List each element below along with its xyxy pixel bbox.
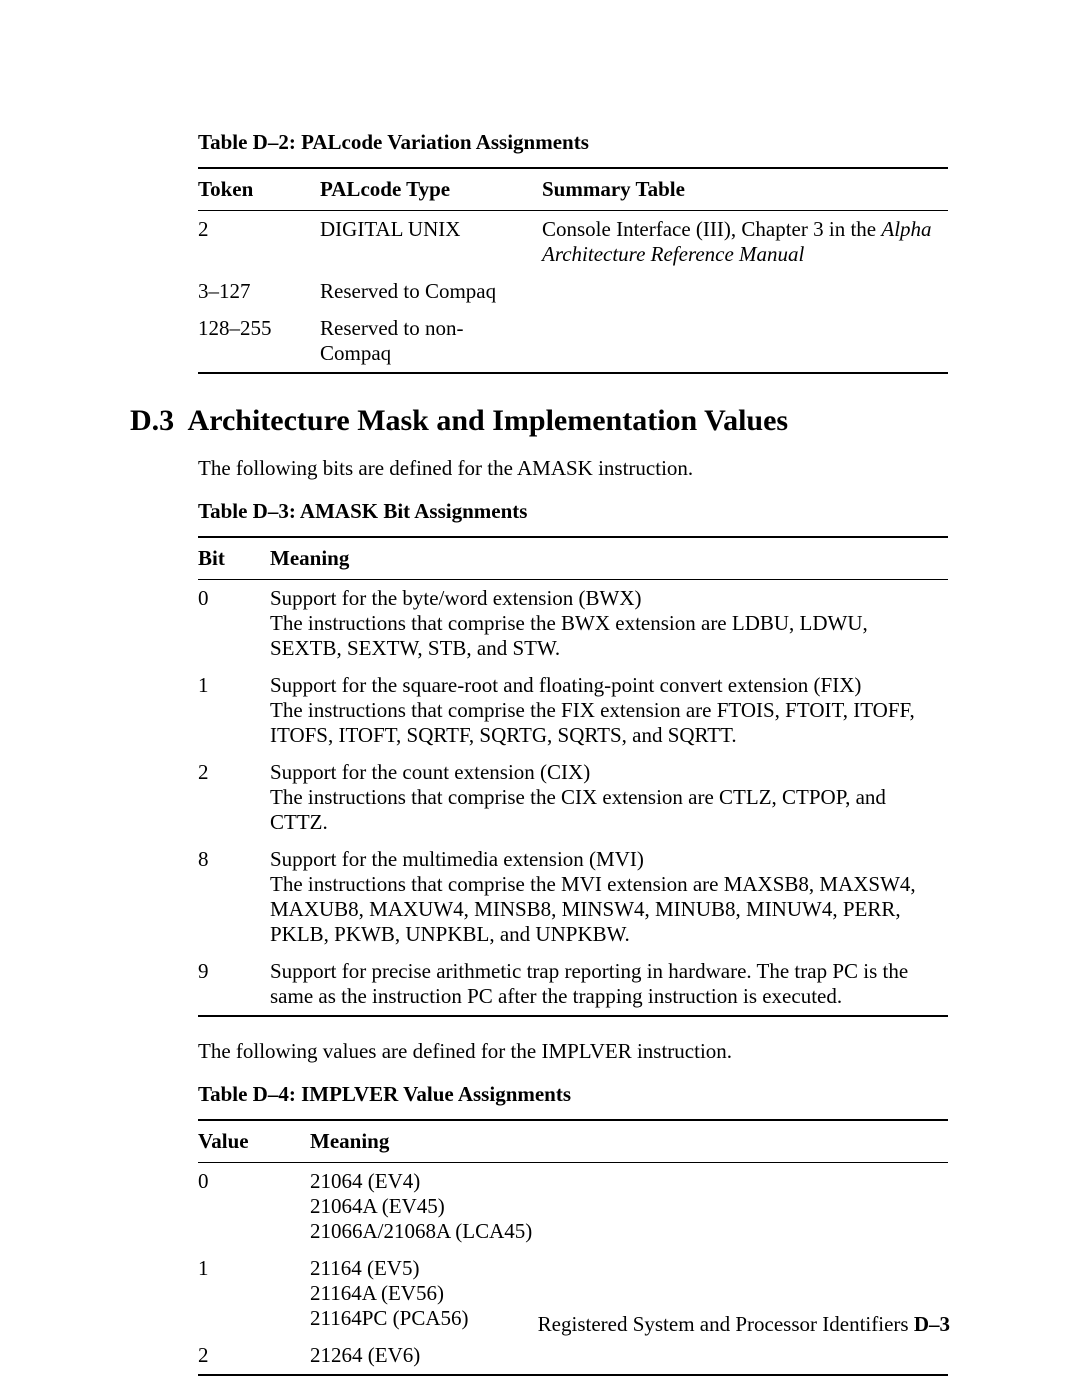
cell-bit: 9	[198, 953, 270, 1016]
meaning-line2: The instructions that comprise the FIX e…	[270, 698, 915, 747]
table-row: 0 21064 (EV4) 21064A (EV45) 21066A/21068…	[198, 1163, 948, 1251]
cell-summary	[542, 273, 948, 310]
cell-summary: Console Interface (III), Chapter 3 in th…	[542, 211, 948, 274]
table-row: 9 Support for precise arithmetic trap re…	[198, 953, 948, 1016]
cell-meaning: Support for precise arithmetic trap repo…	[270, 953, 948, 1016]
table-row: 2 21264 (EV6)	[198, 1337, 948, 1375]
th-palcode-type: PALcode Type	[320, 168, 542, 211]
table-d3: Bit Meaning 0 Support for the byte/word …	[198, 536, 948, 1017]
table-d3-caption: Table D–3: AMASK Bit Assignments	[198, 499, 950, 524]
cell-bit: 2	[198, 754, 270, 841]
table-d2: Token PALcode Type Summary Table 2 DIGIT…	[198, 167, 948, 374]
cell-summary	[542, 310, 948, 373]
meaning-line1: Support for the byte/word extension (BWX…	[270, 586, 642, 610]
cell-token: 128–255	[198, 310, 320, 373]
table-row: 0 Support for the byte/word extension (B…	[198, 580, 948, 668]
cell-meaning: 21064 (EV4) 21064A (EV45) 21066A/21068A …	[310, 1163, 948, 1251]
section-title: Architecture Mask and Implementation Val…	[188, 404, 789, 437]
cell-value: 2	[198, 1337, 310, 1375]
cell-meaning: Support for the count extension (CIX) Th…	[270, 754, 948, 841]
meaning-line3: 21164PC (PCA56)	[310, 1306, 469, 1330]
meaning-line2: The instructions that comprise the BWX e…	[270, 611, 868, 660]
section-heading: D.3 Architecture Mask and Implementation…	[130, 404, 950, 438]
page: Table D–2: PALcode Variation Assignments…	[0, 0, 1080, 1397]
meaning-line1: Support for the multimedia extension (MV…	[270, 847, 644, 871]
cell-meaning: 21264 (EV6)	[310, 1337, 948, 1375]
section-number: D.3	[130, 404, 174, 437]
meaning-line1: 21064 (EV4)	[310, 1169, 420, 1193]
cell-meaning: Support for the square-root and floating…	[270, 667, 948, 754]
table-row: 128–255 Reserved to non-Compaq	[198, 310, 948, 373]
meaning-line1: Support for the count extension (CIX)	[270, 760, 590, 784]
th-bit: Bit	[198, 537, 270, 580]
meaning-line2: 21064A (EV45)	[310, 1194, 445, 1218]
cell-meaning: Support for the byte/word extension (BWX…	[270, 580, 948, 668]
page-footer: Registered System and Processor Identifi…	[538, 1312, 950, 1337]
meaning-line1: Support for the square-root and floating…	[270, 673, 861, 697]
amask-intro: The following bits are defined for the A…	[198, 456, 950, 481]
cell-token: 3–127	[198, 273, 320, 310]
meaning-line2: 21164A (EV56)	[310, 1281, 444, 1305]
cell-pal: DIGITAL UNIX	[320, 211, 542, 274]
table-d2-caption: Table D–2: PALcode Variation Assignments	[198, 130, 950, 155]
implver-intro: The following values are defined for the…	[198, 1039, 950, 1064]
cell-bit: 1	[198, 667, 270, 754]
table-d4-caption: Table D–4: IMPLVER Value Assignments	[198, 1082, 950, 1107]
table-row: 8 Support for the multimedia extension (…	[198, 841, 948, 953]
cell-pal: Reserved to Compaq	[320, 273, 542, 310]
table-row: 3–127 Reserved to Compaq	[198, 273, 948, 310]
table-row: 1 Support for the square-root and floati…	[198, 667, 948, 754]
meaning-line2: The instructions that comprise the CIX e…	[270, 785, 886, 834]
footer-page: D–3	[914, 1312, 950, 1336]
table-d4: Value Meaning 0 21064 (EV4) 21064A (EV45…	[198, 1119, 948, 1376]
meaning-line1: 21164 (EV5)	[310, 1256, 419, 1280]
table-row: 2 DIGITAL UNIX Console Interface (III), …	[198, 211, 948, 274]
th-meaning: Meaning	[310, 1120, 948, 1163]
cell-value: 1	[198, 1250, 310, 1337]
cell-value: 0	[198, 1163, 310, 1251]
footer-text: Registered System and Processor Identifi…	[538, 1312, 914, 1336]
summary-plain: Console Interface (III), Chapter 3 in th…	[542, 217, 881, 241]
table-row: 2 Support for the count extension (CIX) …	[198, 754, 948, 841]
th-summary: Summary Table	[542, 168, 948, 211]
th-token: Token	[198, 168, 320, 211]
cell-token: 2	[198, 211, 320, 274]
th-meaning: Meaning	[270, 537, 948, 580]
th-value: Value	[198, 1120, 310, 1163]
meaning-line2: The instructions that comprise the MVI e…	[270, 872, 916, 946]
meaning-line3: 21066A/21068A (LCA45)	[310, 1219, 532, 1243]
cell-meaning: Support for the multimedia extension (MV…	[270, 841, 948, 953]
meaning-line1: Support for precise arithmetic trap repo…	[270, 959, 908, 1008]
meaning-line1: 21264 (EV6)	[310, 1343, 420, 1367]
cell-bit: 0	[198, 580, 270, 668]
cell-bit: 8	[198, 841, 270, 953]
cell-pal: Reserved to non-Compaq	[320, 310, 542, 373]
